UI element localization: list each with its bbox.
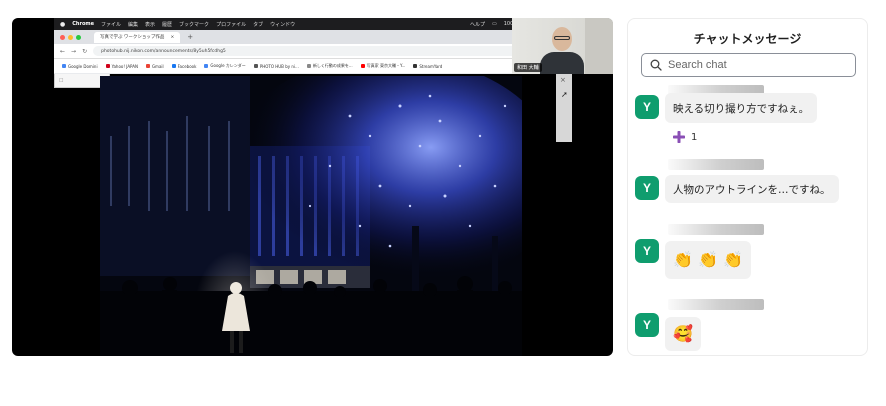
dropdown-checkbox-icon: ☐	[59, 77, 64, 84]
sender-avatar: Y	[635, 239, 659, 263]
presenter-glasses	[554, 36, 570, 40]
sender-name-blurred	[668, 159, 764, 170]
battery-icon: ▭	[491, 21, 497, 27]
chat-panel: チャットメッセージ Y 映える切り撮り方ですねぇ。 1	[627, 18, 868, 356]
webcam-background	[585, 18, 613, 74]
sender-name-blurred	[668, 224, 764, 235]
window-zoom-icon	[76, 34, 81, 40]
mac-menu-item: 表示	[145, 21, 156, 28]
mac-menu-item: ヘルプ	[469, 21, 485, 28]
bookmark-item: PHOTO HUB by ni...	[253, 64, 299, 69]
forward-icon: →	[71, 47, 77, 55]
address-url: photohub.nij.nikon.com/announcements/8y5…	[101, 48, 226, 54]
bookmark-item: Yahoo! JAPAN	[105, 64, 138, 69]
chat-message: 🥰	[665, 317, 701, 351]
browser-window: 写真で学ぶ ワークショップ作品 × + ← → ↻ photohub.nij.n…	[54, 30, 524, 74]
sender-avatar: Y	[635, 313, 659, 337]
viewer-side-panel: × ➚	[556, 74, 572, 142]
tab-close-icon: ×	[170, 34, 175, 40]
presenter-name-tag: 和田 大輔	[514, 63, 542, 72]
meeting-view: ● Chrome ファイル 編集 表示 履歴 ブックマーク プロファイル タブ …	[0, 0, 886, 406]
bookmark-item: Gmail	[145, 64, 164, 69]
browser-tab-strip: 写真で学ぶ ワークショップ作品 × +	[54, 30, 524, 44]
mac-menu-item: ファイル	[100, 21, 121, 28]
window-close-icon	[60, 34, 65, 40]
mac-menu-item: タブ	[253, 21, 264, 28]
address-bar: photohub.nij.nikon.com/announcements/8y5…	[93, 46, 518, 56]
bookmark-item: StreamYard	[413, 64, 442, 69]
reload-icon: ↻	[82, 47, 88, 55]
presenter-video[interactable]: 和田 大輔	[512, 18, 613, 74]
browser-tab-title: 写真で学ぶ ワークショップ作品	[100, 35, 165, 40]
chat-title: チャットメッセージ	[693, 32, 802, 46]
clap-emoji: 👏 👏 👏	[673, 250, 743, 269]
window-minimize-icon	[68, 34, 73, 40]
cursor-icon: ➚	[561, 90, 568, 99]
browser-address-row: ← → ↻ photohub.nij.nikon.com/announcemen…	[54, 44, 524, 59]
shared-screen[interactable]: ● Chrome ファイル 編集 表示 履歴 ブックマーク プロファイル タブ …	[12, 18, 613, 356]
chat-message: 人物のアウトラインを…ですね。	[665, 175, 839, 203]
mac-menu-item: 編集	[128, 21, 139, 28]
night-illumination-photo	[100, 76, 522, 356]
bookmark-item: 写真家 東京大輔・Y...	[360, 63, 405, 69]
message-reaction[interactable]: 1	[673, 131, 697, 143]
bookmark-item: Facebook	[171, 64, 196, 69]
reaction-count: 1	[691, 131, 698, 143]
bookmarks-bar: Google Domini Yahoo! JAPAN Gmail Faceboo…	[54, 59, 524, 73]
mac-menu-item: 履歴	[162, 21, 173, 28]
chat-message: 映える切り撮り方ですねぇ。	[665, 93, 818, 123]
mac-menu-item: プロファイル	[216, 21, 247, 28]
chat-message-text: 映える切り撮り方ですねぇ。	[673, 102, 810, 115]
smiling-hearts-emoji: 🥰	[673, 324, 693, 343]
chat-message: 👏 👏 👏	[665, 241, 751, 279]
search-icon	[650, 59, 662, 71]
mac-menu-bar: ● Chrome ファイル 編集 表示 履歴 ブックマーク プロファイル タブ …	[54, 18, 524, 30]
mac-menu-item: ブックマーク	[179, 21, 210, 28]
apple-icon: ●	[60, 20, 66, 28]
presenter-body	[540, 52, 584, 74]
photo-illustration	[100, 76, 522, 356]
mac-menu-item: ウィンドウ	[270, 21, 296, 28]
chat-message-list[interactable]: Y 映える切り撮り方ですねぇ。 1 Y 人物のアウトラインを…ですね。 Y 👏 …	[628, 81, 867, 355]
new-tab-icon: +	[187, 33, 194, 41]
bookmark-item: Google カレンダー	[204, 63, 246, 69]
sender-name-blurred	[668, 299, 764, 310]
back-icon: ←	[60, 47, 66, 55]
chat-message-text: 人物のアウトラインを…ですね。	[673, 183, 831, 196]
chat-search-input[interactable]	[668, 59, 848, 71]
close-icon: ×	[560, 76, 566, 84]
bookmark-item: Google Domini	[62, 64, 98, 69]
mac-menu-app: Chrome	[72, 21, 94, 27]
sender-avatar: Y	[635, 95, 659, 119]
plus-reaction-icon	[673, 131, 685, 143]
chat-search[interactable]	[641, 53, 856, 77]
bookmark-item: 新しく行動の成果を...	[306, 63, 353, 69]
sender-avatar: Y	[635, 176, 659, 200]
browser-tab: 写真で学ぶ ワークショップ作品 ×	[94, 31, 181, 43]
